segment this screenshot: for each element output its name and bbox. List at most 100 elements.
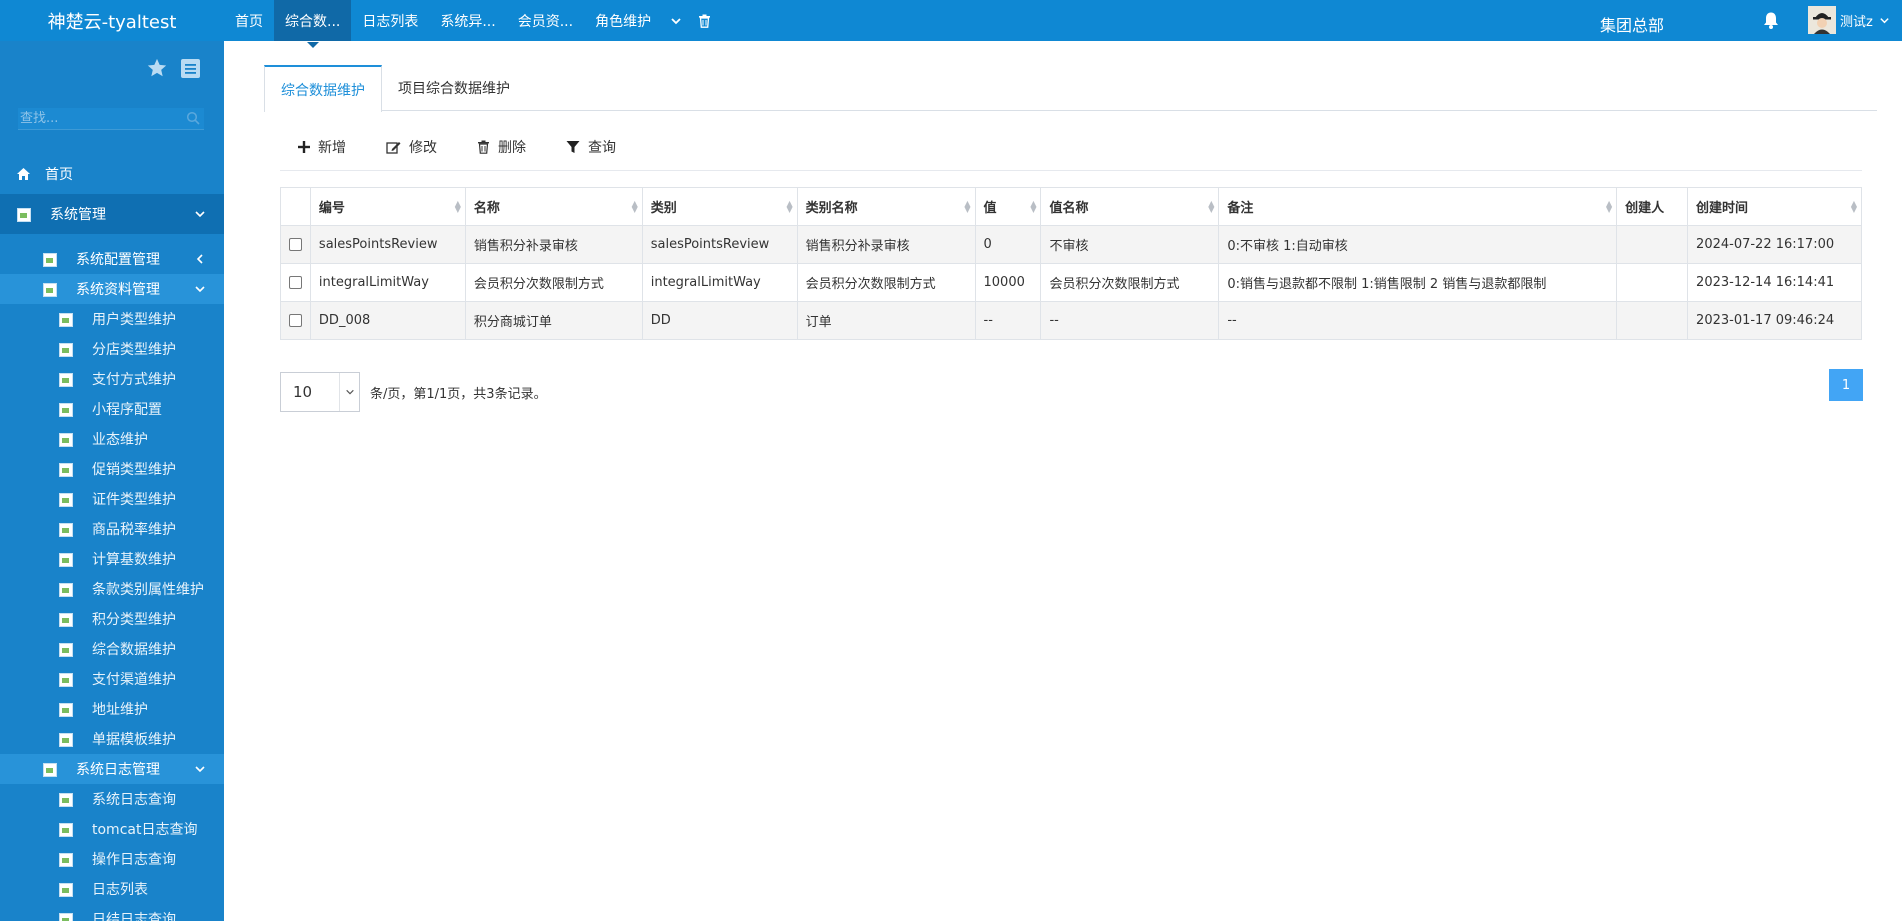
sort-icon[interactable]: ▲ ▼ [632,199,638,213]
sidebar-item-address[interactable]: 地址维护 [0,694,224,724]
sort-icon[interactable]: ▲ ▼ [1030,199,1036,213]
page-size-select[interactable]: 10 [280,372,360,412]
sidebar-item-tomcat-log[interactable]: tomcat日志查询 [0,814,224,844]
broken-image-icon [58,341,74,357]
row-checkbox[interactable] [288,314,302,327]
table-cell: 销售积分补录审核 [464,225,643,264]
query-button[interactable]: 查询 [566,137,616,157]
broken-image-icon [58,701,74,717]
chevron-down-icon[interactable] [662,0,690,41]
sidebar-search-input[interactable] [18,111,178,126]
add-button-label: 新增 [318,139,346,156]
tab-general-data[interactable]: 综合数据维护 [264,65,382,112]
query-button-label: 查询 [588,139,616,156]
column-header-remark[interactable]: 备注 ▲ ▼ [1218,187,1618,226]
sidebar-item-label: 日结日志查询 [92,912,176,921]
table-cell: -- [974,301,1042,340]
sort-icon[interactable]: ▲ ▼ [1606,199,1612,213]
sort-icon[interactable]: ▲ ▼ [1851,199,1857,213]
sort-icon[interactable]: ▲ ▼ [964,199,970,213]
sidebar-item-mini-program[interactable]: 小程序配置 [0,394,224,424]
page-size-value: 10 [293,383,313,401]
broken-image-icon [58,791,74,807]
chevron-left-icon [196,254,203,264]
avatar [1808,6,1836,34]
table-cell: 不审核 [1040,225,1220,264]
sort-icon[interactable]: ▲ ▼ [455,199,461,213]
topnav-log-list[interactable]: 日志列表 [351,0,429,41]
row-checkbox[interactable] [288,238,302,251]
bell-icon[interactable] [1762,11,1780,34]
broken-image-icon [42,251,58,267]
broken-image-icon [58,431,74,447]
sidebar-item-system-log[interactable]: 系统日志查询 [0,784,224,814]
edit-button[interactable]: 修改 [386,137,437,157]
table-cell: 2024-07-22 16:17:00 [1687,225,1862,264]
table-row[interactable]: DD_008 积分商城订单 DD 订单 -- -- -- 2023-01-17 … [280,301,1862,340]
table-header-row: 编号 ▲ ▼ 名称 ▲ ▼ 类别 ▲ ▼ 类别名称 ▲ ▼ 值 ▲ ▼ 值名称 ▲ ▼ 备注 ▲ ▼ 创建人… [280,187,1862,226]
delete-button[interactable]: 删除 [477,137,526,157]
column-header-code[interactable]: 编号 ▲ ▼ [309,187,466,226]
sidebar-item-clause-attr[interactable]: 条款类别属性维护 [0,574,224,604]
topnav-role-maintenance[interactable]: 角色维护 [584,0,662,41]
column-header-category[interactable]: 类别 ▲ ▼ [641,187,798,226]
sidebar-item-general-data[interactable]: 综合数据维护 [0,634,224,664]
sidebar-item-data-mgmt[interactable]: 系统资料管理 [0,274,224,304]
sort-icon[interactable]: ▲ ▼ [1208,199,1214,213]
sidebar-item-user-type[interactable]: 用户类型维护 [0,304,224,334]
sort-icon[interactable]: ▲ ▼ [786,199,792,213]
topnav-general-data[interactable]: 综合数... [274,0,352,41]
column-header-value[interactable]: 值 ▲ ▼ [974,187,1042,226]
sidebar-item-daily-log[interactable]: 日结日志查询 [0,904,224,921]
sidebar-item-system-mgmt[interactable]: 系统管理 [0,194,224,234]
table-cell: -- [1218,301,1618,340]
broken-image-icon [42,281,58,297]
sidebar-item-doc-template[interactable]: 单据模板维护 [0,724,224,754]
trash-icon[interactable] [690,0,719,41]
sidebar-item-id-type[interactable]: 证件类型维护 [0,484,224,514]
table-row[interactable]: integralLimitWay 会员积分次数限制方式 integralLimi… [280,263,1862,302]
add-button[interactable]: 新增 [298,137,346,157]
sidebar-item-payment-method[interactable]: 支付方式维护 [0,364,224,394]
table-cell: 10000 [974,263,1042,302]
page-button-1[interactable]: 1 [1829,369,1863,401]
column-header-creator[interactable]: 创建人 [1616,187,1689,226]
sidebar-item-label: 积分类型维护 [92,612,176,628]
column-header-created-time[interactable]: 创建时间 ▲ ▼ [1687,187,1862,226]
filter-icon [566,140,580,153]
row-checkbox[interactable] [288,276,302,289]
sidebar-item-calc-base[interactable]: 计算基数维护 [0,544,224,574]
broken-image-icon [42,761,58,777]
app-brand: 神楚云-tyaltest [0,0,224,41]
table-row[interactable]: salesPointsReview 销售积分补录审核 salesPointsRe… [280,225,1862,264]
sidebar-item-payment-channel[interactable]: 支付渠道维护 [0,664,224,694]
column-header-name[interactable]: 名称 ▲ ▼ [464,187,643,226]
star-icon[interactable] [146,57,168,83]
sidebar-item-operation-log[interactable]: 操作日志查询 [0,844,224,874]
topnav-home[interactable]: 首页 [224,0,274,41]
tab-project-general-data[interactable]: 项目综合数据维护 [382,65,526,111]
sidebar-item-log-list[interactable]: 日志列表 [0,874,224,904]
sidebar-item-config-mgmt[interactable]: 系统配置管理 [0,244,224,274]
sidebar-item-points-type[interactable]: 积分类型维护 [0,604,224,634]
sidebar-item-business-format[interactable]: 业态维护 [0,424,224,454]
list-icon[interactable] [180,58,201,83]
table-cell: 订单 [796,301,976,340]
sidebar-item-promo-type[interactable]: 促销类型维护 [0,454,224,484]
topnav-system-exception[interactable]: 系统异... [429,0,506,41]
sidebar-item-label: 支付方式维护 [92,372,176,388]
broken-image-icon [58,641,74,657]
sidebar-item-store-type[interactable]: 分店类型维护 [0,334,224,364]
user-menu[interactable]: 测试z [1808,6,1890,34]
column-header-category-name[interactable]: 类别名称 ▲ ▼ [796,187,976,226]
column-header-value-name[interactable]: 值名称 ▲ ▼ [1040,187,1220,226]
search-icon[interactable] [186,111,200,129]
sidebar-item-home[interactable]: 首页 [0,154,224,194]
sidebar-item-label: 小程序配置 [92,402,162,418]
org-name[interactable]: 集团总部 [1600,12,1664,36]
sidebar-item-label: tomcat日志查询 [92,822,198,838]
sidebar-item-tax-rate[interactable]: 商品税率维护 [0,514,224,544]
topnav-member-data[interactable]: 会员资... [507,0,584,41]
sidebar-item-log-mgmt[interactable]: 系统日志管理 [0,754,224,784]
table-cell: -- [1040,301,1220,340]
